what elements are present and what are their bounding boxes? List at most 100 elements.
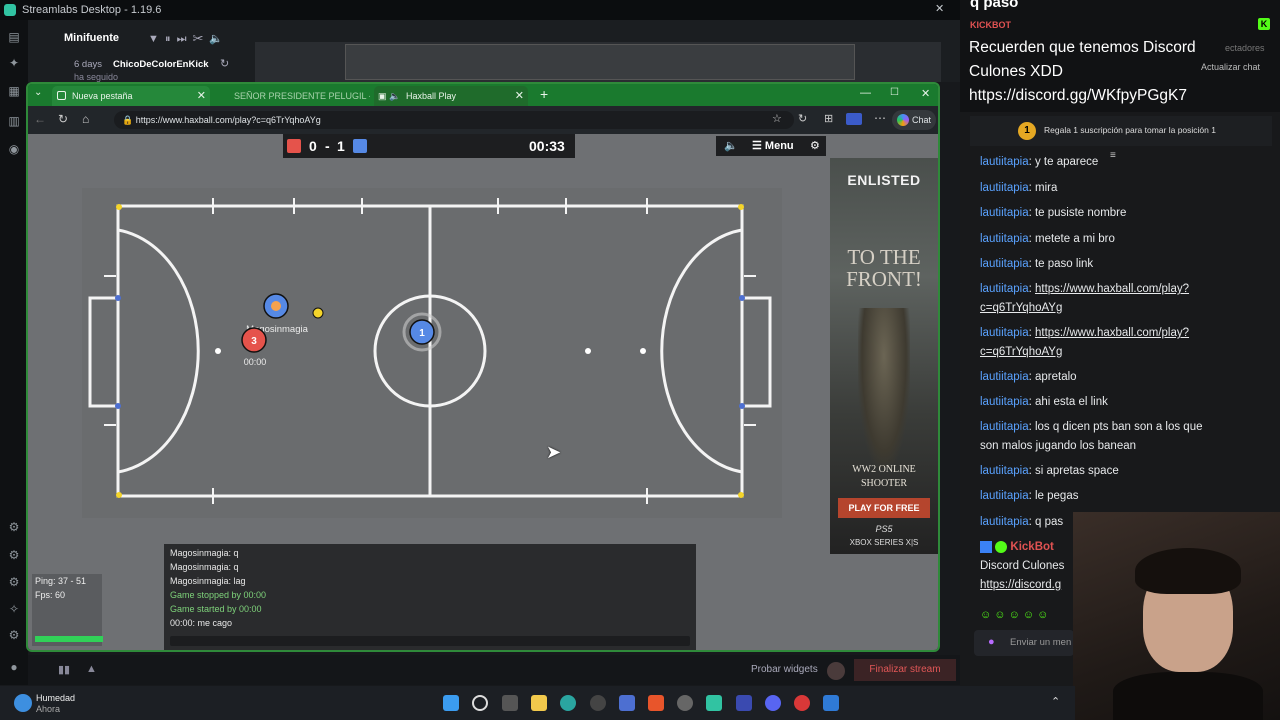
app-icon[interactable]: [619, 695, 635, 711]
task-view-icon[interactable]: [502, 695, 518, 711]
start-icon[interactable]: [443, 695, 459, 711]
ball: [312, 307, 324, 319]
chat-message: lautiitapia: le pegas: [980, 490, 1079, 502]
tab-close-icon[interactable]: ✕: [197, 86, 206, 106]
url-input[interactable]: 🔒 https://www.haxball.com/play?c=q6TrYqh…: [114, 111, 794, 129]
kickbot-message-link[interactable]: https://discord.g: [980, 579, 1061, 591]
emote-bar[interactable]: ☺ ☺ ☺ ☺ ☺: [980, 609, 1075, 623]
streamlabs-title: Streamlabs Desktop - 1.19.6: [22, 4, 162, 16]
brave-icon[interactable]: [648, 695, 664, 711]
menu-button[interactable]: ☰ Menu: [752, 139, 794, 152]
chat-message: lautiitapia: te paso link: [980, 258, 1094, 270]
chat-link[interactable]: c=q6TrYqhoAYg: [980, 302, 1062, 314]
gear-icon[interactable]: ⚙: [7, 628, 21, 642]
help-icon[interactable]: ⚙: [7, 575, 21, 589]
ad-brand: ENLISTED: [847, 172, 921, 188]
settings-icon[interactable]: ⚙: [7, 520, 21, 534]
streamlabs-titlebar: Streamlabs Desktop - 1.19.6 ✕: [0, 0, 960, 20]
chat-link[interactable]: https://www.haxball.com/play?: [1035, 283, 1189, 295]
settings-gear-icon[interactable]: ⚙: [810, 139, 820, 152]
weather-icon[interactable]: [14, 694, 32, 712]
player-avatar-icon: [271, 301, 281, 311]
tab-menu-chevron-icon[interactable]: ⌄: [34, 87, 42, 98]
refresh-extension-icon[interactable]: ↻: [798, 112, 807, 125]
more-icon[interactable]: ⋯: [874, 111, 886, 125]
notifications-icon[interactable]: ✧: [7, 602, 21, 616]
refresh-icon[interactable]: ↻: [220, 57, 229, 70]
game-chat-input[interactable]: [170, 636, 690, 646]
store-icon[interactable]: ▦: [7, 84, 21, 98]
themes-icon[interactable]: ✦: [7, 56, 21, 70]
extension-icon[interactable]: [846, 113, 862, 125]
mic-icon[interactable]: ●: [988, 636, 995, 648]
chat-link[interactable]: https://www.haxball.com/play?: [1035, 327, 1189, 339]
close-window-icon[interactable]: ✕: [921, 87, 930, 100]
file-explorer-icon[interactable]: [531, 695, 547, 711]
window-close-icon[interactable]: ✕: [935, 2, 944, 15]
enlisted-ad[interactable]: ENLISTED TO THE FRONT! WW2 ONLINE SHOOTE…: [830, 158, 938, 554]
sound-icon[interactable]: 🔈: [724, 139, 738, 152]
haxball-favicon-icon: ▣ 🔈: [378, 91, 401, 101]
streamlabs-top-panel: Minifuente ▼ ⏸ ⏭ ✂ 🔈 6 days ChicoDeColor…: [28, 20, 960, 82]
settings-app-icon[interactable]: [677, 695, 693, 711]
app2-icon[interactable]: [823, 695, 839, 711]
opera-icon[interactable]: [794, 695, 810, 711]
tab-nueva-pestana[interactable]: Nueva pestaña ✕: [52, 86, 210, 106]
new-tab-plus-icon[interactable]: +: [540, 86, 548, 102]
gift-text: Regala 1 suscripción para tomar la posic…: [1044, 125, 1216, 135]
minimize-icon[interactable]: —: [860, 87, 871, 99]
favorite-star-icon[interactable]: ☆: [772, 112, 782, 125]
stats-icon[interactable]: ▮▮: [58, 663, 70, 676]
refresh-chat-button[interactable]: Actualizar chat: [1201, 62, 1260, 72]
tab-label: Nueva pestaña: [72, 91, 133, 101]
test-widgets-button[interactable]: Probar widgets: [751, 664, 818, 675]
tab-page-icon: [57, 91, 66, 100]
dashboard-icon[interactable]: ◉: [7, 142, 21, 156]
edge-icon[interactable]: [560, 695, 576, 711]
right-penalty-spot: [640, 348, 646, 354]
copilot-icon: [897, 114, 909, 126]
kickbot-message-text: Discord Culones: [980, 560, 1065, 572]
tools-icon[interactable]: ⚙: [7, 548, 21, 562]
tray-chevron-icon[interactable]: ⌃: [1051, 695, 1060, 708]
soldier-image: [858, 308, 910, 468]
media-icon[interactable]: [590, 695, 606, 711]
layout-icon[interactable]: ▥: [7, 114, 21, 128]
copilot-chat-button[interactable]: Chat: [892, 110, 936, 130]
vscode-icon[interactable]: [736, 695, 752, 711]
alert-icon[interactable]: ▲: [86, 663, 97, 675]
haxball-page: 0 - 1 00:33 🔈 ☰ Menu ⚙ 1 Magosinmagia 3 …: [28, 134, 938, 650]
streamlabs-app-icon[interactable]: [706, 695, 722, 711]
mouse-cursor-icon: ➤: [546, 442, 562, 462]
haxball-field[interactable]: 1 Magosinmagia 3 00:00: [82, 188, 782, 518]
chat-input[interactable]: ● Enviar un men: [974, 630, 1074, 656]
chat-line-system: Game started by 00:00: [170, 604, 262, 614]
home-icon[interactable]: ⌂: [82, 112, 89, 126]
ad-cta-button[interactable]: PLAY FOR FREE: [838, 498, 930, 518]
editor-icon[interactable]: ▤: [7, 30, 21, 44]
pin-icon[interactable]: ≡: [1110, 150, 1116, 161]
collections-icon[interactable]: ⊞: [824, 112, 833, 125]
scene-controls[interactable]: ▼ ⏸ ⏭ ✂ 🔈: [148, 32, 223, 46]
tab-label: Haxball Play: [406, 91, 457, 101]
record-icon[interactable]: [827, 662, 845, 680]
tab-haxball[interactable]: ▣ 🔈 Haxball Play ✕: [374, 86, 528, 106]
chat-input-placeholder: Enviar un men: [1010, 637, 1072, 648]
search-icon[interactable]: [472, 695, 488, 711]
gift-sub-bar[interactable]: 1 Regala 1 suscripción para tomar la pos…: [970, 116, 1272, 146]
badge-icon: [980, 541, 992, 553]
discord-icon[interactable]: [765, 695, 781, 711]
tab-close-icon[interactable]: ✕: [515, 86, 524, 106]
reload-icon[interactable]: ↻: [58, 112, 68, 126]
end-stream-button[interactable]: Finalizar stream: [854, 659, 956, 681]
ad-sub1: WW2 ONLINE: [852, 464, 916, 475]
player-number: 1: [419, 328, 425, 339]
follow-note: ha seguido: [74, 72, 119, 82]
chat-link[interactable]: c=q6TrYqhoAYg: [980, 346, 1062, 358]
back-icon[interactable]: ←: [34, 112, 46, 126]
profile-icon[interactable]: ●: [7, 660, 21, 674]
maximize-icon[interactable]: ☐: [890, 87, 899, 98]
score-red: 0: [309, 138, 317, 154]
corner: [116, 492, 122, 498]
tab-senor-presidente[interactable]: SEÑOR PRESIDENTE PELUGIL - Bu: [214, 86, 370, 106]
